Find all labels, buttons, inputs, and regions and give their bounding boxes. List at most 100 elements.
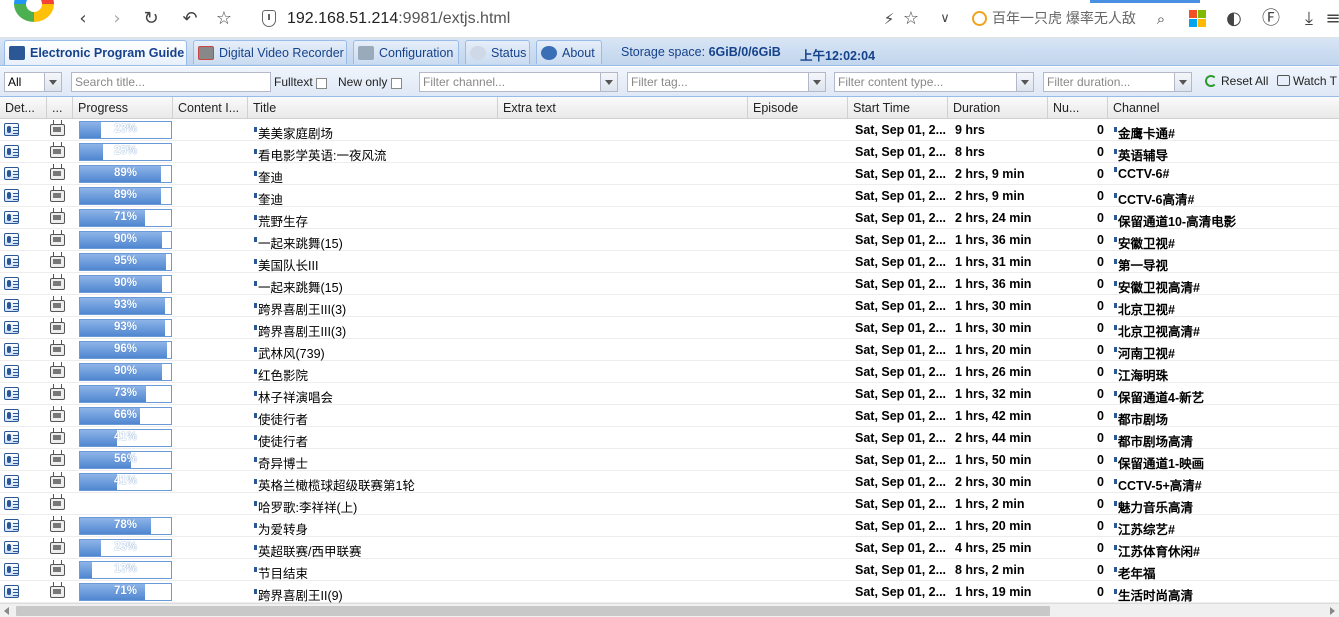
- table-row[interactable]: 66% 使徒行者 Sat, Sep 01, 2... 1 hrs, 42 min 0 都市…: [0, 405, 1339, 427]
- details-icon[interactable]: [4, 299, 19, 312]
- table-row[interactable]: 25% 看电影学英语:一夜风流 Sat, Sep 01, 2... 8 hrs 0 英语辅…: [0, 141, 1339, 163]
- table-row[interactable]: 90% 一起来跳舞(15) Sat, Sep 01, 2... 1 hrs, 36 m…: [0, 273, 1339, 295]
- reload-icon[interactable]: ↻: [140, 8, 162, 30]
- horizontal-scrollbar[interactable]: [0, 603, 1339, 617]
- details-icon[interactable]: [4, 123, 19, 136]
- table-row[interactable]: 95% 美国队长III Sat, Sep 01, 2... 1 hrs, 31 min…: [0, 251, 1339, 273]
- play-tv-icon[interactable]: [50, 564, 65, 576]
- undo-icon[interactable]: ↶: [179, 8, 201, 30]
- play-tv-icon[interactable]: [50, 278, 65, 290]
- details-icon[interactable]: [4, 365, 19, 378]
- table-row[interactable]: 41% 使徒行者 Sat, Sep 01, 2... 2 hrs, 44 min 0 都市…: [0, 427, 1339, 449]
- details-icon[interactable]: [4, 563, 19, 576]
- table-row[interactable]: 73% 林子祥演唱会 Sat, Sep 01, 2... 1 hrs, 32 min 0…: [0, 383, 1339, 405]
- search-icon[interactable]: ⌕: [1150, 8, 1172, 30]
- back-icon[interactable]: ‹: [72, 8, 94, 30]
- play-tv-icon[interactable]: [50, 322, 65, 334]
- details-icon[interactable]: [4, 541, 19, 554]
- reset-all-button[interactable]: Reset All: [1205, 74, 1268, 88]
- table-row[interactable]: 78% 为爱转身 Sat, Sep 01, 2... 1 hrs, 20 min 0 江苏…: [0, 515, 1339, 537]
- play-tv-icon[interactable]: [50, 234, 65, 246]
- table-row[interactable]: 93% 跨界喜剧王III(3) Sat, Sep 01, 2... 1 hrs, 30…: [0, 295, 1339, 317]
- globe-icon[interactable]: ◐: [1223, 8, 1245, 30]
- tab-configuration[interactable]: Configuration: [353, 40, 459, 64]
- play-tv-icon[interactable]: [50, 454, 65, 466]
- lightning-icon[interactable]: ⚡: [878, 8, 900, 30]
- content-type-filter-combo[interactable]: Filter content type...: [834, 72, 1034, 92]
- details-icon[interactable]: [4, 519, 19, 532]
- column-header-start-time[interactable]: Start Time: [848, 97, 948, 119]
- details-icon[interactable]: [4, 475, 19, 488]
- play-tv-icon[interactable]: [50, 542, 65, 554]
- scroll-left-icon[interactable]: [4, 607, 9, 615]
- table-row[interactable]: 96% 武林风(739) Sat, Sep 01, 2... 1 hrs, 20 mi…: [0, 339, 1339, 361]
- tab-epg[interactable]: Electronic Program Guide: [4, 40, 187, 65]
- duration-filter-combo[interactable]: Filter duration...: [1043, 72, 1192, 92]
- scrollbar-thumb[interactable]: [16, 606, 1050, 616]
- table-row[interactable]: 13% 节目结束 Sat, Sep 01, 2... 8 hrs, 2 min 0 老年福: [0, 559, 1339, 581]
- chevron-down-icon[interactable]: [44, 73, 61, 91]
- chevron-down-icon[interactable]: [808, 73, 825, 91]
- details-icon[interactable]: [4, 321, 19, 334]
- tab-status[interactable]: Status: [465, 40, 530, 64]
- new-only-checkbox[interactable]: [391, 78, 402, 89]
- tag-filter-combo[interactable]: Filter tag...: [627, 72, 826, 92]
- table-row[interactable]: 哈罗歌:李祥祥(上) Sat, Sep 01, 2... 1 hrs, 2 min 0…: [0, 493, 1339, 515]
- play-tv-icon[interactable]: [50, 432, 65, 444]
- table-row[interactable]: 23% 英超联赛/西甲联赛 Sat, Sep 01, 2... 4 hrs, 25 m…: [0, 537, 1339, 559]
- details-icon[interactable]: [4, 189, 19, 202]
- details-icon[interactable]: [4, 167, 19, 180]
- forward-icon[interactable]: ›: [106, 8, 128, 30]
- column-header-content[interactable]: Content I...: [173, 97, 248, 119]
- download-icon[interactable]: ⤓: [1298, 8, 1320, 30]
- play-tv-icon[interactable]: [50, 520, 65, 532]
- table-row[interactable]: 71% 跨界喜剧王II(9) Sat, Sep 01, 2... 1 hrs, 19 …: [0, 581, 1339, 603]
- chevron-down-icon[interactable]: ∨: [934, 8, 956, 30]
- bookmark-star-icon[interactable]: ☆: [213, 8, 235, 30]
- column-header-episode[interactable]: Episode: [748, 97, 848, 119]
- browser-search-input[interactable]: 百年一只虎 爆率无人敌: [972, 8, 1152, 30]
- table-row[interactable]: 89% 奎迪 Sat, Sep 01, 2... 2 hrs, 9 min 0 CCTV-…: [0, 185, 1339, 207]
- chevron-down-icon[interactable]: [1016, 73, 1033, 91]
- table-row[interactable]: 93% 跨界喜剧王III(3) Sat, Sep 01, 2... 1 hrs, 30…: [0, 317, 1339, 339]
- play-tv-icon[interactable]: [50, 476, 65, 488]
- details-icon[interactable]: [4, 387, 19, 400]
- details-icon[interactable]: [4, 277, 19, 290]
- details-icon[interactable]: [4, 453, 19, 466]
- table-row[interactable]: 90% 一起来跳舞(15) Sat, Sep 01, 2... 1 hrs, 36 m…: [0, 229, 1339, 251]
- table-row[interactable]: 90% 红色影院 Sat, Sep 01, 2... 1 hrs, 26 min 0 江海…: [0, 361, 1339, 383]
- status-filter-combo[interactable]: All: [4, 72, 62, 92]
- chevron-down-icon[interactable]: [1174, 73, 1191, 91]
- menu-icon[interactable]: ≡: [1322, 8, 1339, 30]
- column-header-details[interactable]: Det...: [0, 97, 47, 119]
- extension-icon[interactable]: Ⓕ: [1260, 8, 1282, 30]
- table-row[interactable]: 56% 奇异博士 Sat, Sep 01, 2... 1 hrs, 50 min 0 保留…: [0, 449, 1339, 471]
- details-icon[interactable]: [4, 343, 19, 356]
- column-header-extra-text[interactable]: Extra text: [498, 97, 748, 119]
- play-tv-icon[interactable]: [50, 146, 65, 158]
- fulltext-checkbox[interactable]: [316, 78, 327, 89]
- watch-tv-button[interactable]: Watch T: [1277, 74, 1337, 88]
- address-bar[interactable]: 192.168.51.214:9981/extjs.html: [287, 10, 510, 28]
- favorite-star-icon[interactable]: ☆: [900, 8, 922, 30]
- column-header-channel[interactable]: Channel: [1108, 97, 1339, 119]
- play-tv-icon[interactable]: [50, 410, 65, 422]
- play-tv-icon[interactable]: [50, 344, 65, 356]
- play-tv-icon[interactable]: [50, 498, 65, 510]
- apps-icon[interactable]: [1189, 10, 1206, 27]
- table-row[interactable]: 23% 美美家庭剧场 Sat, Sep 01, 2... 9 hrs 0 金鹰卡通#: [0, 119, 1339, 141]
- tab-dvr[interactable]: Digital Video Recorder: [193, 40, 347, 64]
- play-tv-icon[interactable]: [50, 586, 65, 598]
- play-tv-icon[interactable]: [50, 124, 65, 136]
- details-icon[interactable]: [4, 211, 19, 224]
- channel-filter-combo[interactable]: Filter channel...: [419, 72, 618, 92]
- chevron-down-icon[interactable]: [600, 73, 617, 91]
- details-icon[interactable]: [4, 431, 19, 444]
- details-icon[interactable]: [4, 145, 19, 158]
- details-icon[interactable]: [4, 497, 19, 510]
- column-header-play[interactable]: ...: [47, 97, 73, 119]
- column-header-number[interactable]: Nu...: [1048, 97, 1108, 119]
- column-header-progress[interactable]: Progress: [73, 97, 173, 119]
- play-tv-icon[interactable]: [50, 300, 65, 312]
- details-icon[interactable]: [4, 233, 19, 246]
